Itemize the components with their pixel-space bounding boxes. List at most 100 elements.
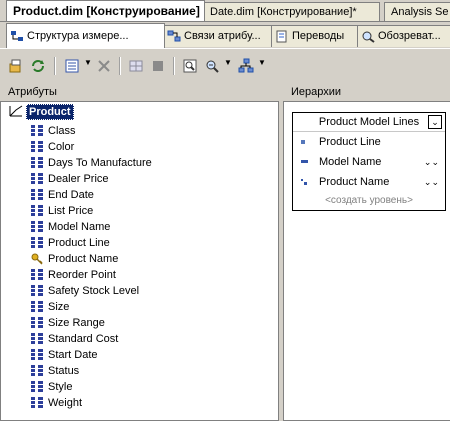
attribute-icon xyxy=(31,285,43,297)
attribute-item[interactable]: Start Date xyxy=(31,347,98,363)
grid-icon[interactable] xyxy=(126,56,146,76)
attribute-item[interactable]: Weight xyxy=(31,395,82,411)
tab-translations[interactable]: Переводы xyxy=(271,25,360,47)
hierarchy-level[interactable]: Product Line xyxy=(293,132,445,152)
dimension-icon xyxy=(9,105,23,120)
level-label: Product Name xyxy=(319,176,390,188)
level-icon xyxy=(301,140,305,144)
document-tab-strip: Product.dim [Конструирование] Date.dim [… xyxy=(0,0,450,22)
attribute-item[interactable]: List Price xyxy=(31,203,93,219)
attribute-label: List Price xyxy=(48,205,94,217)
attribute-label: Weight xyxy=(48,397,83,409)
collapse-icon[interactable]: ⌄ xyxy=(428,115,442,129)
key-attribute-icon xyxy=(31,253,43,265)
layout-icon[interactable] xyxy=(236,56,256,76)
attribute-label: Style xyxy=(48,381,73,393)
attribute-item[interactable]: Reorder Point xyxy=(31,267,116,283)
delete-icon[interactable] xyxy=(94,56,114,76)
designer-tab-strip: Структура измере... Связи атрибу... Пере… xyxy=(0,22,450,48)
level-label: Model Name xyxy=(319,156,382,168)
attribute-icon xyxy=(31,397,43,409)
attribute-icon xyxy=(31,221,43,233)
attribute-icon xyxy=(31,349,43,361)
attribute-icon xyxy=(31,381,43,393)
doc-tab-product[interactable]: Product.dim [Конструирование] xyxy=(6,0,205,21)
attributes-pane: Product Class Color Days To Manufacture Dea… xyxy=(0,102,279,421)
toolbar-separator xyxy=(119,57,121,75)
tab-attribute-relationships[interactable]: Связи атрибу... xyxy=(163,25,272,47)
zoom-fit-icon[interactable] xyxy=(180,56,200,76)
attribute-item[interactable]: Product Line xyxy=(31,235,110,251)
attribute-item[interactable]: Standard Cost xyxy=(31,331,118,347)
toolbar-separator xyxy=(173,57,175,75)
hierarchy-level[interactable]: Model Name ⌄⌄ xyxy=(293,152,445,172)
attribute-icon xyxy=(31,189,43,201)
level-icon xyxy=(301,160,308,163)
attribute-icon xyxy=(31,205,43,217)
browser-icon xyxy=(361,30,375,43)
level-icon xyxy=(301,179,307,185)
tab-label: Обозреват... xyxy=(378,30,441,42)
attribute-label: Days To Manufacture xyxy=(48,157,152,169)
attribute-item[interactable]: Dealer Price xyxy=(31,171,109,187)
attribute-label: Product Name xyxy=(48,253,119,265)
hierarchies-title: Иерархии xyxy=(291,86,342,98)
attribute-icon xyxy=(31,125,43,137)
attribute-label: Reorder Point xyxy=(48,269,116,281)
hierarchies-pane: Product Model Lines ⌄ Product Line Model… xyxy=(283,102,450,421)
tab-label: Связи атрибу... xyxy=(184,30,261,42)
tab-label: Переводы xyxy=(292,30,345,42)
doc-tab-analysis[interactable]: Analysis Se xyxy=(384,2,450,21)
refresh-icon[interactable] xyxy=(28,56,48,76)
attribute-icon xyxy=(31,237,43,249)
attribute-item[interactable]: Model Name xyxy=(31,219,110,235)
attribute-item[interactable]: Days To Manufacture xyxy=(31,155,152,171)
create-level-placeholder[interactable]: <создать уровень> xyxy=(293,192,445,210)
dimension-root[interactable]: Product xyxy=(9,104,74,120)
attribute-item[interactable]: Safety Stock Level xyxy=(31,283,139,299)
attributes-pane-header: Атрибуты xyxy=(0,84,279,102)
chevron-down-icon[interactable]: ▼ xyxy=(224,58,232,67)
attribute-label: Model Name xyxy=(48,221,111,233)
attribute-label: End Date xyxy=(48,189,94,201)
attribute-label: Start Date xyxy=(48,349,98,361)
attribute-label: Product Line xyxy=(48,237,110,249)
attribute-icon xyxy=(31,141,43,153)
tab-label: Структура измере... xyxy=(27,29,129,42)
attribute-item[interactable]: Class xyxy=(31,123,76,139)
chevron-down-icon[interactable]: ▼ xyxy=(258,58,266,67)
attribute-label: Class xyxy=(48,125,76,137)
tab-dimension-structure[interactable]: Структура измере... xyxy=(6,23,165,48)
attribute-item[interactable]: Status xyxy=(31,363,79,379)
attribute-label: Size Range xyxy=(48,317,105,329)
attribute-item[interactable]: Size xyxy=(31,299,69,315)
attribute-item[interactable]: Color xyxy=(31,139,74,155)
level-label: Product Line xyxy=(319,136,381,148)
chevron-down-icon[interactable]: ▼ xyxy=(84,58,92,67)
hierarchy-name: Product Model Lines xyxy=(318,116,420,128)
attribute-item[interactable]: Product Name xyxy=(31,251,118,267)
attribute-item[interactable]: End Date xyxy=(31,187,94,203)
hierarchy-box[interactable]: Product Model Lines ⌄ Product Line Model… xyxy=(292,112,446,211)
doc-tab-date[interactable]: Date.dim [Конструирование]* xyxy=(203,2,380,21)
chevron-down-icon[interactable]: ⌄⌄ xyxy=(424,152,439,172)
attribute-icon xyxy=(31,333,43,345)
attribute-icon xyxy=(31,365,43,377)
attribute-relationships-icon xyxy=(167,30,181,43)
hierarchy-level[interactable]: Product Name ⌄⌄ xyxy=(293,172,445,192)
zoom-icon[interactable] xyxy=(202,56,222,76)
attribute-icon xyxy=(31,301,43,313)
attribute-label: Size xyxy=(48,301,70,313)
dimension-structure-icon xyxy=(10,30,24,43)
stop-icon[interactable] xyxy=(148,56,168,76)
attribute-icon xyxy=(31,157,43,169)
attribute-item[interactable]: Style xyxy=(31,379,72,395)
attribute-label: Status xyxy=(48,365,80,377)
attribute-icon xyxy=(31,173,43,185)
view-icon[interactable] xyxy=(62,56,82,76)
chevron-down-icon[interactable]: ⌄⌄ xyxy=(424,172,439,192)
process-icon[interactable] xyxy=(6,56,26,76)
attribute-icon xyxy=(31,269,43,281)
attribute-item[interactable]: Size Range xyxy=(31,315,105,331)
tab-browser[interactable]: Обозреват... xyxy=(357,25,450,47)
